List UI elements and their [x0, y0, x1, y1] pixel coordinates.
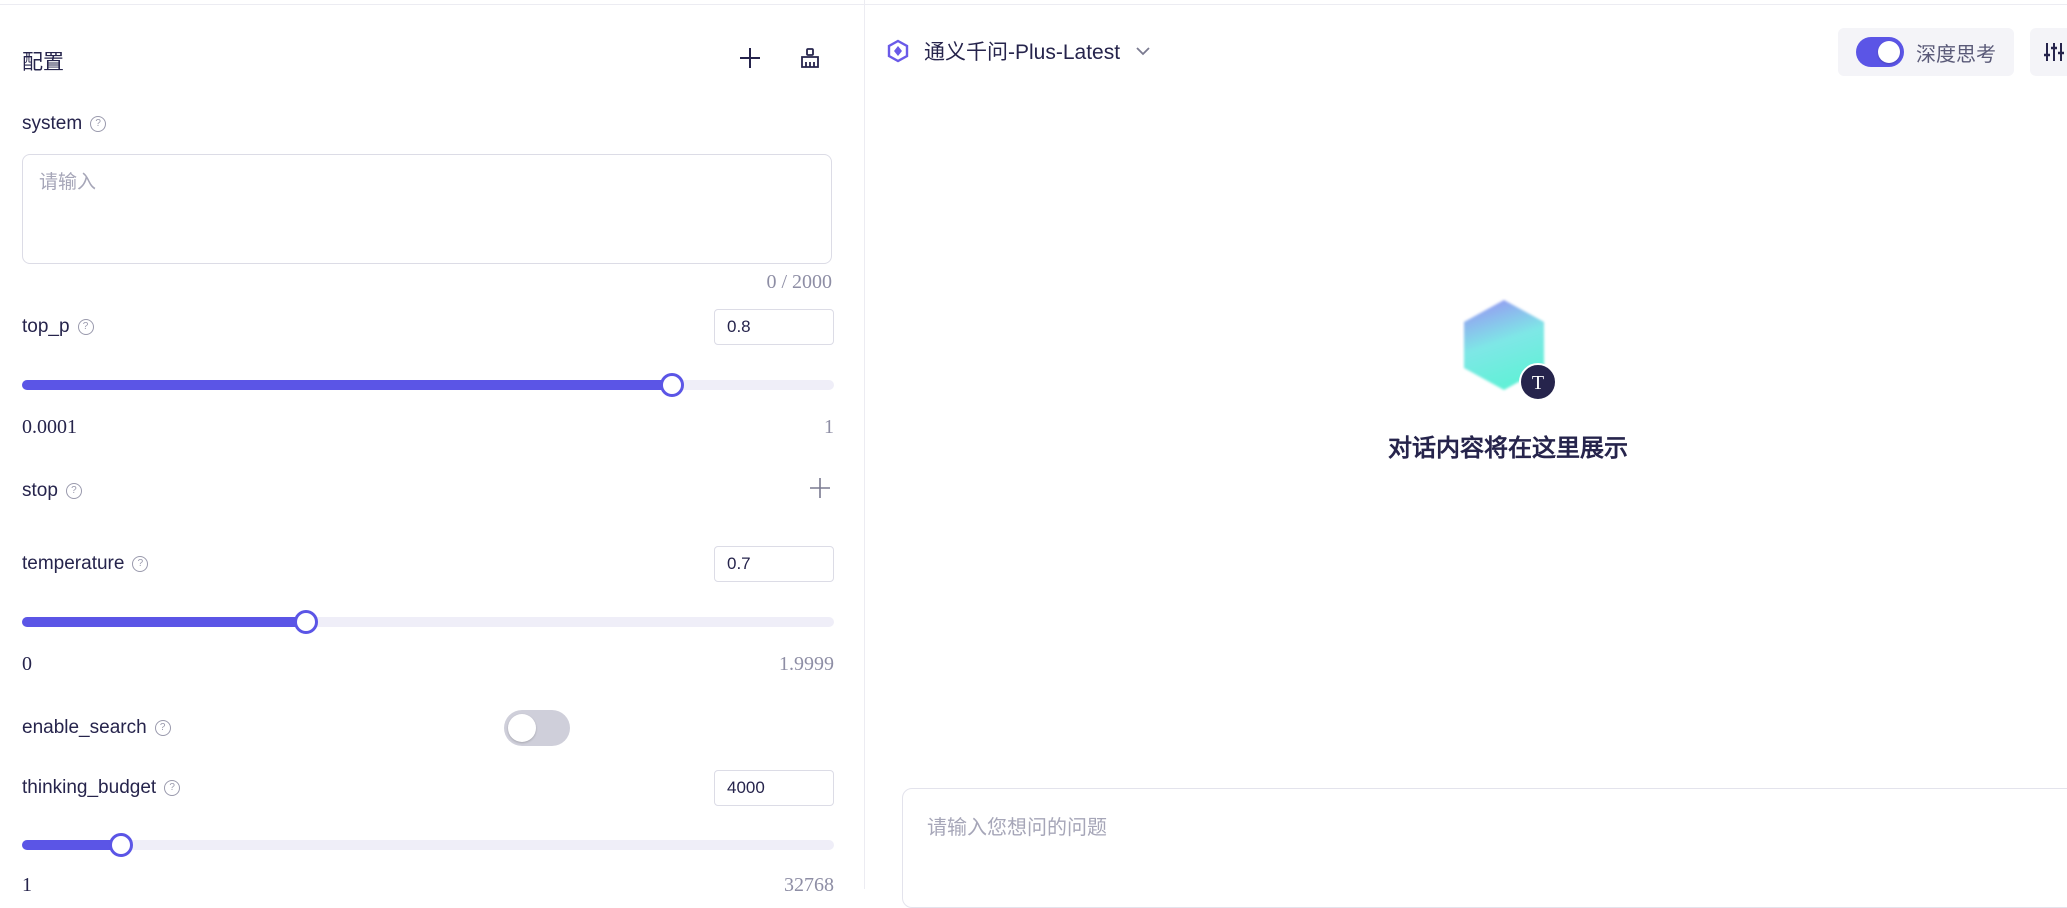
enable-search-toggle[interactable]	[504, 710, 570, 746]
deep-thinking-toggle[interactable]	[1856, 37, 1904, 67]
system-char-counter: 0 / 2000	[766, 271, 832, 293]
help-icon[interactable]: ?	[65, 483, 82, 499]
top-p-slider[interactable]	[22, 373, 834, 397]
chat-input-placeholder: 请输入您想问的问题	[927, 817, 1107, 839]
deep-thinking-control: 深度思考	[1838, 28, 2014, 76]
temperature-slider-fill	[22, 617, 307, 627]
avatar-letter: T	[1532, 372, 1544, 394]
stop-label: stop ?	[22, 480, 82, 502]
settings-button[interactable]	[2030, 28, 2067, 76]
add-config-button[interactable]	[730, 38, 770, 78]
qwen-logo-icon	[887, 39, 909, 63]
system-input[interactable]: 请输入	[22, 154, 832, 264]
broom-icon	[801, 48, 819, 68]
enable-search-label: enable_search ?	[22, 717, 171, 739]
thinking-budget-slider[interactable]	[22, 833, 834, 857]
deep-thinking-label: 深度思考	[1916, 43, 1996, 66]
toggle-knob	[1878, 41, 1900, 63]
toggle-knob	[508, 714, 536, 742]
help-icon[interactable]: ?	[77, 319, 94, 335]
help-icon[interactable]: ?	[90, 116, 107, 132]
system-placeholder: 请输入	[39, 172, 97, 193]
thinking-budget-label: thinking_budget ?	[22, 777, 181, 799]
thinking-budget-min: 1	[22, 874, 32, 896]
chevron-down-icon	[1136, 47, 1150, 56]
temperature-max: 1.9999	[779, 653, 834, 675]
empty-state-illustration: T	[1462, 298, 1558, 402]
system-label: system ?	[22, 113, 107, 135]
temperature-input[interactable]: 0.7	[714, 546, 834, 582]
temperature-label: temperature ?	[22, 553, 149, 575]
thinking-budget-input[interactable]: 4000	[714, 770, 834, 806]
temperature-slider[interactable]	[22, 610, 834, 634]
help-icon[interactable]: ?	[154, 720, 171, 736]
top-p-slider-fill	[22, 380, 672, 390]
top-p-input[interactable]: 0.8	[714, 309, 834, 345]
thinking-budget-max: 32768	[784, 874, 834, 896]
top-p-max: 1	[824, 416, 834, 438]
top-p-label: top_p ?	[22, 316, 94, 338]
top-p-slider-handle[interactable]	[659, 373, 684, 397]
empty-state-title: 对话内容将在这里展示	[1388, 435, 1628, 462]
plus-icon	[740, 48, 760, 68]
thinking-budget-slider-handle[interactable]	[109, 833, 134, 857]
model-selector[interactable]: 通义千问-Plus-Latest	[886, 36, 1152, 66]
chat-input[interactable]: 请输入您想问的问题	[902, 788, 2067, 908]
sliders-icon	[2044, 43, 2064, 61]
model-name: 通义千问-Plus-Latest	[924, 41, 1121, 64]
help-icon[interactable]: ?	[132, 556, 149, 572]
add-stop-button[interactable]	[800, 468, 840, 508]
temperature-min: 0	[22, 653, 32, 675]
temperature-slider-handle[interactable]	[294, 610, 319, 634]
clear-config-button[interactable]	[790, 38, 830, 78]
top-p-min: 0.0001	[22, 416, 77, 438]
thinking-budget-slider-fill	[22, 840, 122, 850]
config-panel: 配置 system ? 请输入 0 / 2000 top_p ? 0.8 0.0…	[0, 0, 865, 896]
help-icon[interactable]: ?	[164, 780, 181, 796]
plus-icon	[810, 478, 830, 498]
hexagon-logo-icon: T	[1464, 300, 1557, 401]
config-title: 配置	[22, 51, 64, 74]
